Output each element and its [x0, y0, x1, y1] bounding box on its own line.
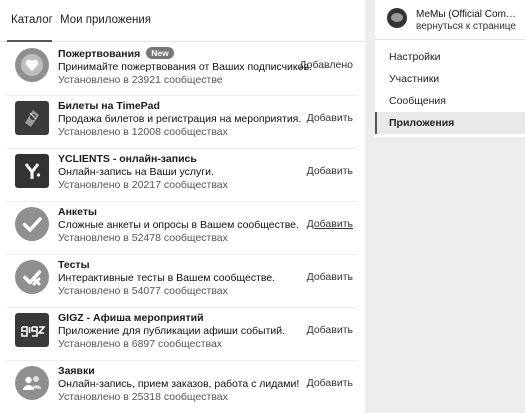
app-row-yclients: YCLIENTS - онлайн-запись Онлайн-запись н… [7, 149, 357, 202]
new-badge: New [146, 47, 174, 59]
app-install-count: Установлено в 25318 сообществах [58, 391, 228, 403]
app-install-count: Установлено в 20217 сообществах [58, 179, 228, 191]
app-row-requests: Заявки Онлайн-запись, прием заказов, раб… [7, 361, 357, 413]
app-row-tests: Тесты Интерактивные тесты в Вашем сообще… [7, 255, 357, 308]
tab-catalog[interactable]: Каталог [11, 14, 53, 26]
back-to-page-link[interactable]: вернуться к странице [416, 21, 516, 32]
app-description: Приложение для публикации афиши событий. [58, 325, 286, 337]
community-sidebar: МеМы (Official Communit… вернуться к стр… [375, 0, 525, 413]
users-icon [15, 366, 49, 400]
heart-icon [15, 48, 49, 82]
app-name: Пожертвования New [58, 47, 298, 61]
app-row-timepad: Билеты на TimePad Продажа билетов и реги… [7, 96, 357, 149]
add-button[interactable]: Добавить [307, 112, 353, 124]
app-name: YCLIENTS - онлайн-запись [58, 153, 197, 165]
tab-bar: Каталог Мои приложения [0, 0, 365, 42]
app-name: Тесты [58, 259, 90, 271]
sidebar-item-settings[interactable]: Настройки [375, 46, 525, 68]
sidebar-panel: МеМы (Official Communit… вернуться к стр… [375, 0, 525, 137]
gigz-icon [15, 313, 49, 347]
add-button[interactable]: Добавить [307, 324, 353, 336]
app-row-donations: Пожертвования New Принимайте пожертвовани… [7, 43, 357, 96]
yclients-icon [15, 154, 49, 188]
sidebar-item-messages[interactable]: Сообщения [375, 90, 525, 112]
add-button[interactable]: Добавить [307, 165, 353, 177]
apps-catalog-panel: Каталог Мои приложения Пожертвования New … [0, 0, 365, 413]
app-name: Билеты на TimePad [58, 100, 160, 112]
app-description: Интерактивные тесты в Вашем сообществе. [58, 272, 276, 284]
add-button[interactable]: Добавить [307, 377, 353, 389]
app-row-gigz: GIGZ - Афиша мероприятий Приложение для … [7, 308, 357, 361]
add-button[interactable]: Добавить [307, 271, 353, 283]
app-install-count: Установлено в 54077 сообществах [58, 285, 228, 297]
app-install-count: Установлено в 23921 сообществе [58, 74, 223, 86]
checkmark-icon [15, 207, 49, 241]
app-install-count: Установлено в 52478 сообществах [58, 232, 228, 244]
app-name: Анкеты [58, 206, 97, 218]
sidebar-item-members[interactable]: Участники [375, 68, 525, 90]
tab-my-apps[interactable]: Мои приложения [60, 14, 151, 26]
check-cross-icon [15, 260, 49, 294]
app-name: Заявки [58, 365, 95, 377]
community-name[interactable]: МеМы (Official Communit… [416, 9, 521, 20]
timepad-icon [15, 101, 49, 135]
community-header[interactable]: МеМы (Official Communit… вернуться к стр… [375, 0, 525, 40]
app-name: GIGZ - Афиша мероприятий [58, 312, 204, 324]
add-button[interactable]: Добавить [307, 218, 353, 230]
app-description: Продажа билетов и регистрация на меропри… [58, 113, 302, 125]
app-description: Сложные анкеты и опросы в Вашем сообщест… [58, 219, 299, 231]
app-description: Онлайн-запись, прием заказов, работа с л… [58, 378, 300, 390]
sidebar-item-apps[interactable]: Приложения [375, 112, 525, 134]
avatar [387, 8, 407, 28]
app-install-count: Установлено в 6897 сообществах [58, 338, 223, 350]
added-label: Добавлено [299, 59, 353, 71]
app-description: Принимайте пожертвования от Ваших подпис… [58, 61, 312, 73]
active-tab-indicator [7, 40, 52, 42]
app-description: Онлайн-запись на Ваши услуги. [58, 166, 214, 178]
app-install-count: Установлено в 12008 сообществах [58, 126, 228, 138]
app-row-surveys: Анкеты Сложные анкеты и опросы в Вашем с… [7, 202, 357, 255]
